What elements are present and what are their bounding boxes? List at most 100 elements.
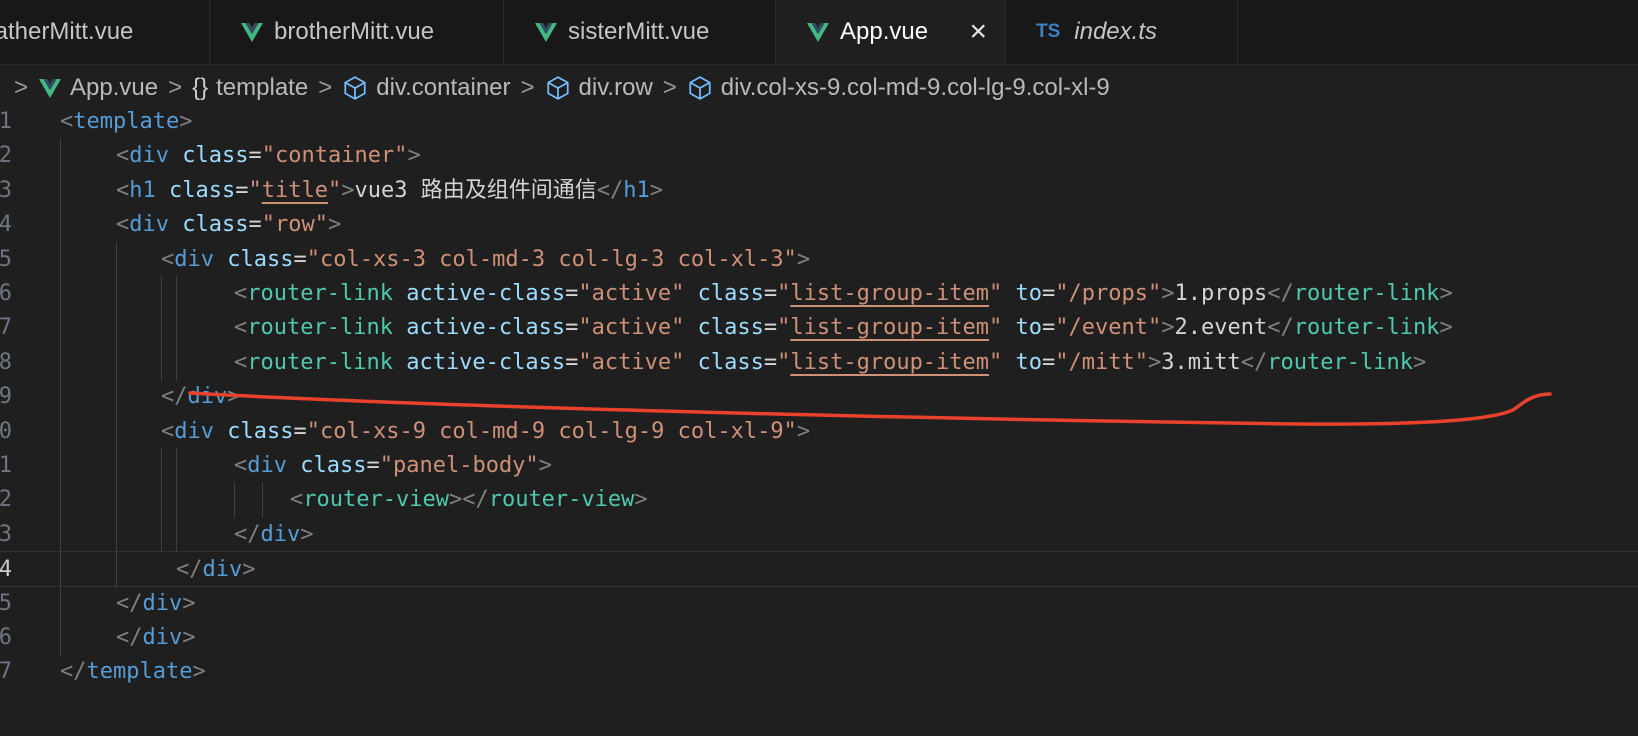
code-text: <div class="col-xs-9 col-md-9 col-lg-9 c… <box>161 418 811 444</box>
line-number: 6 <box>0 281 12 306</box>
line-number: 3 <box>0 521 12 547</box>
indent-guide <box>116 482 117 519</box>
line-number: 3 <box>0 177 12 203</box>
code-line[interactable]: 4 </div> <box>0 551 1638 589</box>
code-line[interactable]: 6 <router-link active-class="active" clas… <box>0 276 1638 312</box>
line-number: 9 <box>0 384 12 410</box>
breadcrumb-label: div.container <box>376 74 511 101</box>
code-line[interactable]: 0 <div class="col-xs-9 col-md-9 col-lg-9 … <box>0 413 1638 450</box>
code-text: </template> <box>60 659 206 685</box>
breadcrumb-item-template[interactable]: > {} template <box>158 74 308 102</box>
indent-guide <box>176 482 177 519</box>
indent-guide <box>60 585 61 622</box>
indent-guide <box>176 310 177 347</box>
line-number: 5 <box>0 590 12 616</box>
indent-guide <box>60 448 61 484</box>
tab-sistermitt[interactable]: sisterMitt.vue <box>504 0 776 64</box>
indent-guide <box>60 413 61 450</box>
code-text: <template> <box>60 109 193 134</box>
tab-index-ts[interactable]: TS index.ts <box>1006 0 1238 64</box>
line-number: 1 <box>0 453 12 478</box>
code-text: <div class="row"> <box>116 212 342 238</box>
code-line[interactable]: 6 </div> <box>0 620 1638 656</box>
code-line[interactable]: 4 <div class="row"> <box>0 207 1638 244</box>
code-line[interactable]: 5 </div> <box>0 585 1638 622</box>
code-line[interactable]: 2 <router-view></router-view> <box>0 482 1638 519</box>
breadcrumb-label: div.col-xs-9.col-md-9.col-lg-9.col-xl-9 <box>720 74 1110 101</box>
line-number: 4 <box>0 212 12 238</box>
breadcrumb-item-app-vue[interactable]: App.vue <box>38 74 158 102</box>
code-text: <router-link active-class="active" class… <box>234 281 1453 306</box>
tab-app-vue[interactable]: App.vue × <box>776 0 1006 64</box>
vue-icon <box>535 23 557 42</box>
code-editor[interactable]: 1 <template> 2 <div class="container"> 3 <h1 … <box>0 109 1638 736</box>
braces-icon: {} <box>192 74 209 101</box>
indent-guide <box>116 379 117 416</box>
code-text: <router-link active-class="active" class… <box>234 315 1453 341</box>
indent-guide <box>116 516 117 553</box>
line-number: 2 <box>0 143 12 169</box>
code-text: <div class="panel-body"> <box>234 453 552 478</box>
code-text: </div> <box>161 384 241 410</box>
editor-tab-bar: fatherMitt.vue brotherMitt.vue sisterMit… <box>0 0 1638 65</box>
indent-guide <box>262 482 263 519</box>
indent-guide <box>161 276 162 312</box>
indent-guide <box>116 413 117 450</box>
breadcrumb-item-div-row[interactable]: > div.row <box>511 74 653 102</box>
code-text: </div> <box>116 590 196 616</box>
indent-guide <box>116 241 117 278</box>
indent-guide <box>176 516 177 553</box>
indent-guide <box>116 276 117 312</box>
indent-guide <box>60 552 61 589</box>
breadcrumb-leading-separator: > <box>14 74 29 101</box>
indent-guide <box>116 344 117 381</box>
tab-fathermitt[interactable]: fatherMitt.vue <box>0 0 210 64</box>
code-line[interactable]: 9 </div> <box>0 379 1638 416</box>
indent-guide <box>60 516 61 553</box>
indent-guide <box>60 482 61 519</box>
code-line[interactable]: 3 </div> <box>0 516 1638 553</box>
indent-guide <box>60 310 61 347</box>
tab-label: index.ts <box>1074 18 1157 45</box>
vue-icon <box>807 23 829 42</box>
code-line[interactable]: 1 <div class="panel-body"> <box>0 448 1638 484</box>
code-line[interactable]: 7 <router-link active-class="active" clas… <box>0 310 1638 347</box>
indent-guide <box>161 448 162 484</box>
code-line[interactable]: 3 <h1 class="title">vue3 路由及组件间通信</h1> <box>0 172 1638 209</box>
code-text: <div class="container"> <box>116 143 421 169</box>
code-line[interactable]: 1 <template> <box>0 104 1638 140</box>
breadcrumb-item-div-col[interactable]: > div.col-xs-9.col-md-9.col-lg-9.col-xl-… <box>653 74 1110 102</box>
indent-guide <box>176 344 177 381</box>
cube-icon <box>546 76 569 100</box>
ts-icon: TS <box>1036 21 1061 42</box>
code-line[interactable]: 8 <router-link active-class="active" clas… <box>0 344 1638 381</box>
line-number: 5 <box>0 246 12 272</box>
line-number: 0 <box>0 418 12 444</box>
code-line[interactable]: 5 <div class="col-xs-3 col-md-3 col-lg-3 … <box>0 241 1638 278</box>
indent-guide <box>60 138 61 175</box>
line-number: 2 <box>0 487 12 513</box>
breadcrumb-label: div.row <box>578 74 653 101</box>
vue-icon <box>241 23 263 42</box>
breadcrumb-item-div-container[interactable]: > div.container <box>308 74 510 102</box>
code-text: <div class="col-xs-3 col-md-3 col-lg-3 c… <box>161 246 811 272</box>
indent-guide <box>161 344 162 381</box>
indent-guide <box>176 276 177 312</box>
close-icon[interactable]: × <box>969 17 987 47</box>
line-number: 8 <box>0 349 12 375</box>
tab-brothermitt[interactable]: brotherMitt.vue <box>210 0 504 64</box>
code-line[interactable]: 2 <div class="container"> <box>0 138 1638 175</box>
line-number: 7 <box>0 315 12 341</box>
line-number: 7 <box>0 659 12 685</box>
indent-guide <box>60 241 61 278</box>
indent-guide <box>161 310 162 347</box>
tab-label: fatherMitt.vue <box>0 18 134 45</box>
code-line[interactable]: 7 </template> <box>0 654 1638 690</box>
indent-guide <box>60 172 61 209</box>
code-text: </div> <box>234 521 314 547</box>
indent-guide <box>161 516 162 553</box>
breadcrumb-label: template <box>216 74 309 101</box>
line-number: 1 <box>0 109 12 134</box>
indent-guide <box>176 448 177 484</box>
tab-label: App.vue <box>840 18 929 45</box>
